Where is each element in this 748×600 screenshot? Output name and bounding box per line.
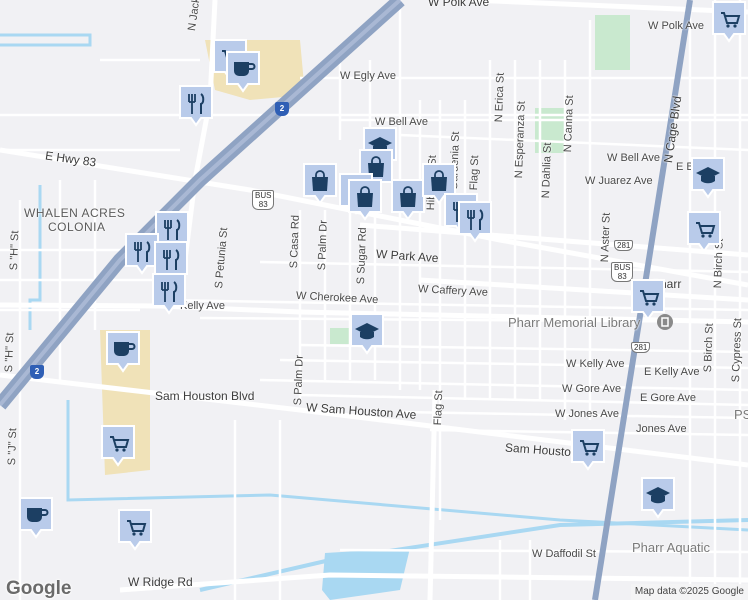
bag-icon [348,179,382,221]
street-n-aster-st: N Aster St [599,212,613,263]
street-sam-houston-blvd: Sam Houston Blvd [155,389,255,403]
google-logo: Google [6,578,72,599]
street-s-h-st: S "H" St [8,230,22,271]
school-icon [641,477,675,519]
poi-library-label[interactable]: Pharr Memorial Library [508,315,640,330]
area-whalen-acres: WHALEN ACRES COLONIA [24,206,125,234]
route-shield-281-b: 281 [631,342,651,353]
route-shield-bus83-b-top: BUS [614,263,631,272]
school-icon [350,313,384,355]
cart-icon [118,509,152,551]
street-s-palm-dr-top: S Palm Dr [316,219,330,271]
cart-marker[interactable] [570,428,606,472]
map-canvas[interactable]: W Polk Ave W Polk Ave W Egly Ave W Bell … [0,0,748,600]
street-w-bell-ave-right: W Bell Ave [607,152,660,164]
bag-icon [303,163,337,205]
cart-icon [712,1,746,43]
street-w-polk-ave-top: W Polk Ave [428,0,490,9]
cart-icon [571,429,605,471]
street-s-sugar-rd: S Sugar Rd [355,227,369,285]
street-n-canna-st: N Canna St [562,95,576,153]
street-w-jones-ave: W Jones Ave [555,408,619,420]
cup-icon [19,497,53,539]
bag-marker[interactable] [302,162,338,206]
cup-marker[interactable] [18,496,54,540]
interstate-shield-2-a: 2 [275,102,289,116]
route-shield-bus83-b-num: 83 [617,272,627,281]
street-s-cypress-st: S Cypress St [730,317,745,383]
poi-aquatic-label[interactable]: Pharr Aquatic [632,540,710,555]
cup-icon [106,331,140,373]
interstate-shield-2-b: 2 [30,365,44,379]
school-marker[interactable] [640,476,676,520]
area-whalen-acres-line1: WHALEN ACRES [24,206,126,220]
school-icon [691,157,725,199]
food-marker[interactable] [457,200,493,244]
cup-icon [226,51,260,93]
route-shield-bus83-a-num: 83 [258,200,268,209]
street-n-dahlia-st: N Dahlia St [540,142,554,199]
street-w-gore-ave: W Gore Ave [562,383,622,395]
route-shield-281-a: 281 [614,240,634,251]
street-s-j-st: S "J" St [6,427,20,466]
street-jones-ave: Jones Ave [636,423,687,435]
street-flag-st-top: Flag St [468,155,482,191]
street-s-birch-st: S Birch St [702,323,716,373]
school-marker[interactable] [349,312,385,356]
food-icon [179,85,213,127]
food-icon [152,273,186,315]
street-w-egly-ave: W Egly Ave [340,70,397,82]
street-w-daffodil-st: W Daffodil St [532,548,596,560]
food-marker[interactable] [178,84,214,128]
cart-icon [687,211,721,253]
area-whalen-acres-line2: COLONIA [48,220,106,234]
food-marker[interactable] [151,272,187,316]
route-shield-bus83-a-top: BUS [255,191,272,200]
cart-icon [631,279,665,321]
street-n-erica-st: N Erica St [493,72,507,123]
cart-marker[interactable] [100,424,136,468]
cart-marker[interactable] [686,210,722,254]
street-e-gore-ave: E Gore Ave [640,392,697,404]
street-w-polk-ave-right: W Polk Ave [648,20,705,32]
street-e-kelly-ave: E Kelly Ave [644,366,700,378]
street-w-ridge-rd: W Ridge Rd [128,575,193,589]
cup-marker[interactable] [225,50,261,94]
food-icon [458,201,492,243]
street-w-juarez-ave: W Juarez Ave [585,175,653,187]
bag-marker[interactable] [347,178,383,222]
map-attribution[interactable]: Map data ©2025 Google [630,584,748,600]
street-s-casa-rd: S Casa Rd [288,214,302,269]
cart-marker[interactable] [711,0,747,44]
route-shield-bus83-a: BUS 83 [252,190,275,210]
cart-marker[interactable] [630,278,666,322]
poi-ps-label[interactable]: PS [734,407,748,422]
cart-icon [101,425,135,467]
street-w-kelly-ave: W Kelly Ave [566,358,625,370]
cup-marker[interactable] [105,330,141,374]
street-s-palm-dr-mid: S Palm Dr [292,354,306,406]
street-s-h-st-2: S "H" St [3,332,17,373]
school-marker[interactable] [690,156,726,200]
cart-marker[interactable] [117,508,153,552]
street-flag-st-mid: Flag St [432,390,446,426]
